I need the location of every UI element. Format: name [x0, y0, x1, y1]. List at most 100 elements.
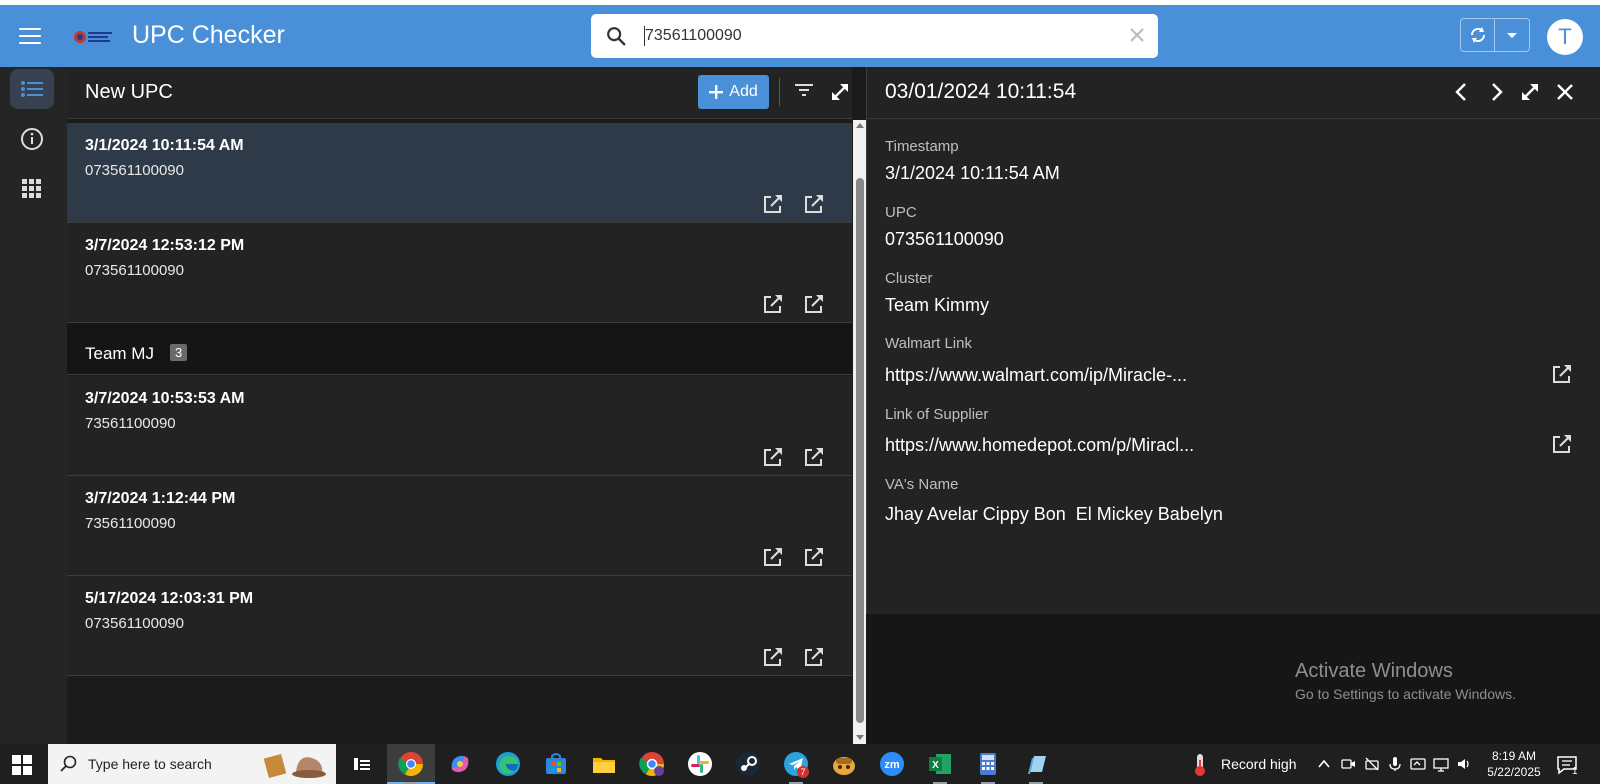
expand-icon[interactable] [829, 81, 851, 108]
svg-text:zm: zm [884, 759, 900, 771]
volume-icon[interactable] [1456, 756, 1472, 772]
list-header: New UPC Add [67, 67, 852, 119]
detail-pane: 03/01/2024 10:11:54 Timestamp 3/1/2024 1… [866, 67, 1600, 614]
item-timestamp: 3/7/2024 10:53:53 AM [85, 390, 245, 407]
list-icon [21, 81, 43, 97]
info-button[interactable] [10, 119, 54, 159]
microphone-icon[interactable] [1387, 756, 1403, 772]
filter-icon[interactable] [795, 83, 813, 102]
menu-icon[interactable] [19, 28, 41, 44]
chevron-down-icon [1507, 33, 1517, 38]
plus-icon [709, 85, 724, 99]
search-box[interactable]: 73561100090 [591, 14, 1158, 58]
slack-icon[interactable] [686, 750, 714, 778]
left-nav [0, 67, 67, 744]
game-app-icon[interactable] [830, 750, 858, 778]
network-icon[interactable] [1433, 756, 1449, 772]
list-item[interactable]: 3/1/2024 10:11:54 AM 073561100090 [67, 123, 852, 223]
external-link-icon[interactable] [762, 446, 784, 473]
copilot-icon[interactable] [446, 750, 474, 778]
grid-icon [22, 179, 41, 198]
field-label: Cluster [885, 270, 933, 287]
external-link-icon[interactable] [762, 646, 784, 673]
taskbar-search[interactable]: Type here to search [48, 744, 336, 784]
item-upc: 73561100090 [85, 515, 176, 532]
external-link-icon[interactable] [803, 293, 825, 320]
notes-app-icon[interactable] [1022, 750, 1050, 778]
add-button-label: Add [729, 83, 758, 100]
store-icon[interactable] [542, 750, 570, 778]
search-input[interactable]: 73561100090 [645, 27, 742, 45]
empty-area [866, 614, 1600, 744]
clear-icon[interactable] [1128, 26, 1146, 49]
search-icon [60, 754, 78, 777]
chevron-up-icon[interactable] [1316, 756, 1332, 772]
add-button[interactable]: Add [698, 75, 769, 109]
external-link-icon[interactable] [762, 193, 784, 220]
list-item[interactable]: 3/7/2024 10:53:53 AM 73561100090 [67, 376, 852, 476]
external-link-icon[interactable] [803, 546, 825, 573]
taskbar-search-placeholder: Type here to search [88, 756, 212, 772]
list-item[interactable]: 5/17/2024 12:03:31 PM 073561100090 [67, 576, 852, 676]
list-item[interactable]: 3/7/2024 1:12:44 PM 73561100090 [67, 476, 852, 576]
external-link-icon[interactable] [1551, 433, 1573, 460]
sync-button[interactable] [1461, 19, 1495, 51]
external-link-icon[interactable] [803, 193, 825, 220]
scrollbar[interactable] [853, 120, 867, 744]
telegram-badge: 7 [800, 767, 805, 777]
sync-split-button [1460, 18, 1530, 52]
sync-dropdown-button[interactable] [1495, 19, 1530, 51]
windows-start-icon[interactable] [12, 755, 32, 780]
task-view-icon[interactable] [348, 750, 376, 778]
calculator-icon[interactable] [974, 750, 1002, 778]
scroll-thumb[interactable] [856, 178, 864, 723]
group-header[interactable]: Team MJ 3 [67, 323, 852, 375]
activation-watermark-text: Go to Settings to activate Windows. [1295, 686, 1516, 702]
svg-text:X: X [932, 760, 939, 771]
field-value: Team Kimmy [885, 295, 990, 315]
search-icon [605, 25, 627, 52]
taskbar: Type here to search 7 zm X Record high 8… [0, 744, 1600, 784]
camera-off-icon[interactable] [1364, 756, 1380, 772]
external-link-icon[interactable] [762, 293, 784, 320]
detail-header: 03/01/2024 10:11:54 [867, 67, 1600, 119]
list-item[interactable]: 3/7/2024 12:53:12 PM 073561100090 [67, 223, 852, 323]
edge-icon[interactable] [494, 750, 522, 778]
system-clock[interactable]: 8:19 AM 5/22/2025 [1485, 748, 1543, 780]
thermometer-icon[interactable] [1186, 750, 1214, 778]
scroll-down-arrow[interactable] [856, 735, 864, 740]
chevron-right-icon[interactable] [1485, 81, 1507, 108]
walmart-link[interactable]: https://www.walmart.com/ip/Miracle-... [885, 365, 1187, 386]
telegram-icon[interactable]: 7 [782, 750, 810, 778]
external-link-icon[interactable] [1551, 363, 1573, 390]
list-view-button[interactable] [10, 69, 54, 109]
file-explorer-icon[interactable] [590, 750, 618, 778]
expand-icon[interactable] [1519, 81, 1541, 108]
external-link-icon[interactable] [803, 646, 825, 673]
scroll-up-arrow[interactable] [856, 123, 864, 128]
group-name: Team MJ [85, 344, 154, 363]
zoom-icon[interactable]: zm [878, 750, 906, 778]
chevron-left-icon[interactable] [1451, 81, 1473, 108]
field-label: Link of Supplier [885, 406, 989, 423]
weather-text[interactable]: Record high [1221, 756, 1297, 772]
avatar[interactable]: T [1547, 19, 1583, 55]
external-link-icon[interactable] [762, 546, 784, 573]
supplier-link[interactable]: https://www.homedepot.com/p/Miracl... [885, 435, 1194, 456]
close-icon[interactable] [1554, 81, 1576, 108]
apps-button[interactable] [10, 169, 54, 209]
external-link-icon[interactable] [803, 446, 825, 473]
item-timestamp: 3/7/2024 1:12:44 PM [85, 490, 236, 507]
divider [779, 78, 780, 106]
steam-icon[interactable] [734, 750, 762, 778]
chrome-profile-icon[interactable] [638, 750, 666, 778]
chrome-icon[interactable] [397, 750, 425, 778]
info-icon [21, 128, 43, 150]
excel-icon[interactable]: X [926, 750, 954, 778]
list-pane: New UPC Add 3/1/2024 10:11:54 AM 0735611… [67, 67, 867, 744]
item-timestamp: 3/1/2024 10:11:54 AM [85, 137, 244, 154]
field-value: 073561100090 [885, 229, 1004, 249]
onedrive-icon[interactable] [1410, 756, 1426, 772]
field-label: UPC [885, 204, 917, 221]
meet-now-icon[interactable] [1340, 756, 1356, 772]
